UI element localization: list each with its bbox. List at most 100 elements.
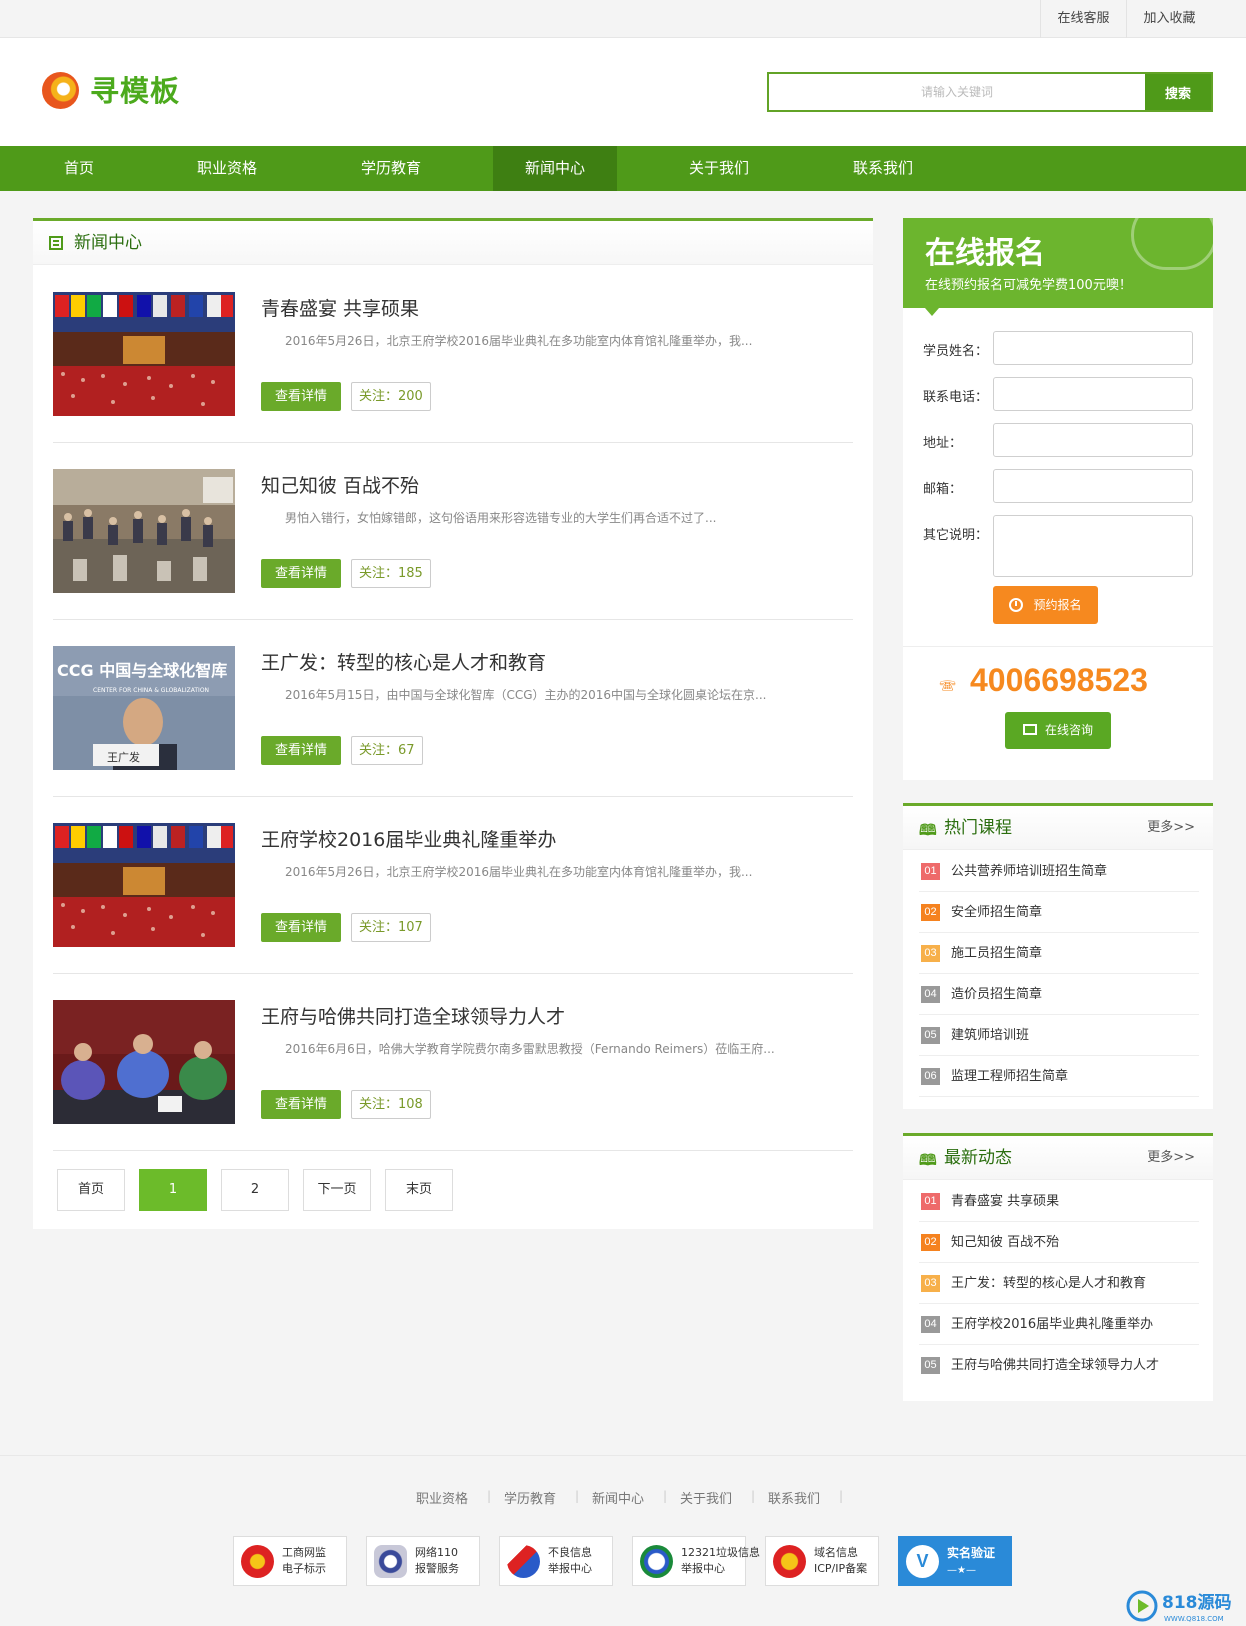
watermark-url: WWW.Q818.COM <box>1164 1615 1224 1623</box>
news-title[interactable]: 王广发：转型的核心是人才和教育 <box>261 650 546 676</box>
name-input[interactable] <box>993 331 1193 365</box>
nav-education[interactable]: 学历教育 <box>336 146 446 191</box>
phone-input[interactable] <box>993 377 1193 411</box>
footer-link-contact[interactable]: 联系我们 <box>768 1488 820 1507</box>
news-thumbnail[interactable] <box>53 469 235 593</box>
view-details-button[interactable]: 查看详情 <box>261 913 341 942</box>
footer-link-news[interactable]: 新闻中心 <box>592 1488 644 1507</box>
view-details-button[interactable]: 查看详情 <box>261 382 341 411</box>
hot-courses-title: 热门课程 <box>944 818 1012 838</box>
list-item-text[interactable]: 公共营养师培训班招生简章 <box>951 851 1107 892</box>
page-1[interactable]: 1 <box>139 1169 207 1211</box>
online-consult-button[interactable]: 在线咨询 <box>1005 712 1111 749</box>
news-thumbnail[interactable] <box>53 1000 235 1124</box>
view-details-button[interactable]: 查看详情 <box>261 559 341 588</box>
email-input[interactable] <box>993 469 1193 503</box>
verify-v-icon: V <box>906 1545 939 1578</box>
view-details-button[interactable]: 查看详情 <box>261 1090 341 1119</box>
badge-text: 不良信息 举报中心 <box>548 1545 592 1577</box>
chat-bubble-icon <box>1131 218 1213 270</box>
list-item[interactable]: 05 建筑师培训班 <box>919 1015 1199 1056</box>
list-item-text[interactable]: 王府与哈佛共同打造全球领导力人才 <box>951 1345 1159 1386</box>
list-item[interactable]: 05 王府与哈佛共同打造全球领导力人才 <box>919 1345 1199 1386</box>
list-item-text[interactable]: 王广发：转型的核心是人才和教育 <box>951 1263 1146 1304</box>
page-2[interactable]: 2 <box>221 1169 289 1211</box>
list-item[interactable]: 01 公共营养师培训班招生简章 <box>919 851 1199 892</box>
nav-qualification[interactable]: 职业资格 <box>172 146 282 191</box>
reserve-button[interactable]: 预约报名 <box>993 586 1098 624</box>
news-title[interactable]: 王府学校2016届毕业典礼隆重举办 <box>261 827 556 853</box>
news-summary: 2016年6月6日，哈佛大学教育学院费尔南多雷默思教授（Fernando Rei… <box>285 1042 775 1056</box>
signup-subtitle: 在线预约报名可减免学费100元噢！ <box>925 278 1132 293</box>
signup-title: 在线报名 <box>925 236 1045 271</box>
header-arrow <box>925 308 939 316</box>
list-item[interactable]: 04 王府学校2016届毕业典礼隆重举办 <box>919 1304 1199 1345</box>
address-input[interactable] <box>993 423 1193 457</box>
list-item-text[interactable]: 安全师招生简章 <box>951 892 1042 933</box>
nav-about[interactable]: 关于我们 <box>664 146 774 191</box>
search-button[interactable]: 搜索 <box>1145 74 1211 110</box>
list-item-text[interactable]: 建筑师培训班 <box>951 1015 1029 1056</box>
news-summary: 2016年5月26日，北京王府学校2016届毕业典礼在多功能室内体育馆礼隆重举办… <box>285 334 753 348</box>
badge-line2: 举报中心 <box>548 1562 592 1575</box>
list-item-text[interactable]: 青春盛宴 共享硕果 <box>951 1181 1059 1222</box>
notes-textarea[interactable] <box>993 515 1193 577</box>
badge-line1: 12321垃圾信息 <box>681 1546 760 1559</box>
list-item[interactable]: 02 知己知彼 百战不殆 <box>919 1222 1199 1263</box>
news-thumbnail[interactable] <box>53 292 235 416</box>
rank-badge: 04 <box>921 986 940 1003</box>
badge-bad-info-report[interactable]: 不良信息 举报中心 <box>499 1536 613 1586</box>
logo-icon[interactable] <box>42 72 79 109</box>
search-input[interactable] <box>769 74 1145 110</box>
badge-police-110[interactable]: 网络110 报警服务 <box>366 1536 480 1586</box>
list-item[interactable]: 03 王广发：转型的核心是人才和教育 <box>919 1263 1199 1304</box>
more-link[interactable]: 更多>> <box>1147 1136 1195 1180</box>
news-thumbnail[interactable]: CCG 中国与全球化智库 CENTER FOR CHINA & GLOBALIZ… <box>53 646 235 770</box>
name-label: 学员姓名： <box>923 344 989 359</box>
list-item-text[interactable]: 知己知彼 百战不殆 <box>951 1222 1059 1263</box>
list-item[interactable]: 02 安全师招生简章 <box>919 892 1199 933</box>
more-link[interactable]: 更多>> <box>1147 806 1195 850</box>
list-item-text[interactable]: 造价员招生简章 <box>951 974 1042 1015</box>
page-last[interactable]: 末页 <box>385 1169 453 1211</box>
nav-home[interactable]: 首页 <box>35 146 123 191</box>
view-details-button[interactable]: 查看详情 <box>261 736 341 765</box>
list-item-text[interactable]: 监理工程师招生简章 <box>951 1056 1068 1097</box>
add-favorite-link[interactable]: 加入收藏 <box>1126 0 1212 38</box>
badge-spam-report[interactable]: 12321垃圾信息 举报中心 <box>632 1536 760 1586</box>
watermark-brand: 818源码 <box>1162 1592 1232 1613</box>
badge-line1: 实名验证 <box>947 1546 996 1560</box>
page-next[interactable]: 下一页 <box>303 1169 371 1211</box>
list-item-text[interactable]: 王府学校2016届毕业典礼隆重举办 <box>951 1304 1153 1345</box>
badge-line2: ICP/IP备案 <box>814 1562 868 1575</box>
online-service-link[interactable]: 在线客服 <box>1040 0 1126 38</box>
badge-real-name-verify[interactable]: V 实名验证 —★— <box>898 1536 1012 1586</box>
search-box: 搜索 <box>767 72 1213 112</box>
rank-badge: 06 <box>921 1068 940 1085</box>
badge-text: 工商网监 电子标示 <box>282 1545 326 1577</box>
reserve-label: 预约报名 <box>1033 598 1082 612</box>
nav-news[interactable]: 新闻中心 <box>493 146 617 191</box>
page-first[interactable]: 首页 <box>57 1169 125 1211</box>
footer-link-about[interactable]: 关于我们 <box>680 1488 732 1507</box>
logo-text[interactable]: 寻模板 <box>90 71 180 111</box>
badge-domain-icp[interactable]: 域名信息 ICP/IP备案 <box>765 1536 879 1586</box>
divider <box>903 646 1213 647</box>
news-title[interactable]: 青春盛宴 共享硕果 <box>261 296 419 322</box>
ccg-banner-subtext: CENTER FOR CHINA & GLOBALIZATION <box>93 687 209 694</box>
list-item[interactable]: 04 造价员招生简章 <box>919 974 1199 1015</box>
news-title[interactable]: 知己知彼 百战不殆 <box>261 473 419 499</box>
list-item[interactable]: 06 监理工程师招生简章 <box>919 1056 1199 1097</box>
footer-link-education[interactable]: 学历教育 <box>504 1488 556 1507</box>
badge-line1: 工商网监 <box>282 1546 326 1559</box>
follow-count: 关注：108 <box>351 1090 431 1119</box>
list-icon <box>49 236 63 250</box>
news-title[interactable]: 王府与哈佛共同打造全球领导力人才 <box>261 1004 565 1030</box>
nav-contact[interactable]: 联系我们 <box>828 146 938 191</box>
footer-link-qualification[interactable]: 职业资格 <box>416 1488 468 1507</box>
news-thumbnail[interactable] <box>53 823 235 947</box>
badge-business-supervision[interactable]: 工商网监 电子标示 <box>233 1536 347 1586</box>
list-item[interactable]: 01 青春盛宴 共享硕果 <box>919 1181 1199 1222</box>
list-item[interactable]: 03 施工员招生简章 <box>919 933 1199 974</box>
list-item-text[interactable]: 施工员招生简章 <box>951 933 1042 974</box>
